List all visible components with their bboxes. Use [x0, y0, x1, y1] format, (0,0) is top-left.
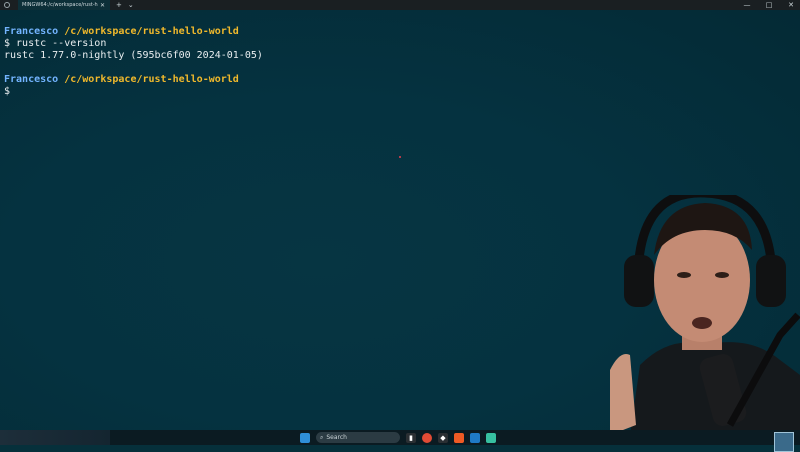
window-controls: — □ ✕	[742, 0, 796, 10]
windows-start-icon[interactable]	[300, 432, 310, 443]
app-icon[interactable]	[486, 432, 496, 443]
vscode-icon[interactable]	[470, 432, 480, 443]
prompt-line: Francesco /c/workspace/rust-hello-world	[4, 26, 800, 38]
title-bar: MINGW64:/c/workspace/rust-he ✕ + ⌄ — □ ✕	[0, 0, 800, 10]
terminal-tab[interactable]: MINGW64:/c/workspace/rust-he ✕	[18, 0, 110, 10]
terminal-icon[interactable]: ▮	[406, 432, 416, 443]
prompt-path: /c/workspace/rust-hello-world	[64, 74, 239, 85]
maximize-button[interactable]: □	[764, 0, 774, 10]
mouse-pointer-dot	[399, 156, 401, 158]
tab-close-icon[interactable]: ✕	[100, 2, 105, 9]
search-icon: ⌕	[320, 433, 324, 441]
prompt-user: Francesco	[4, 74, 59, 85]
app-logo-icon	[4, 2, 10, 8]
search-placeholder: Search	[326, 434, 347, 441]
new-tab-button[interactable]: +	[116, 0, 122, 10]
git-icon[interactable]: ◆	[438, 432, 448, 443]
cursor-line[interactable]: $	[4, 86, 800, 98]
brave-icon[interactable]	[454, 432, 464, 443]
taskbar-search[interactable]: ⌕ Search	[316, 432, 400, 443]
command-line: $ rustc --version	[4, 38, 107, 49]
taskbar-widgets[interactable]	[0, 430, 110, 445]
command-output: rustc 1.77.0-nightly (595bc6f00 2024-01-…	[4, 50, 263, 61]
close-button[interactable]: ✕	[786, 0, 796, 10]
prompt-user: Francesco	[4, 26, 59, 37]
taskbar-center: ⌕ Search ▮ ◆	[300, 432, 496, 443]
chrome-icon[interactable]	[422, 432, 432, 443]
avatar[interactable]	[774, 432, 794, 452]
prompt-path: /c/workspace/rust-hello-world	[64, 26, 239, 37]
tab-title: MINGW64:/c/workspace/rust-he	[22, 2, 98, 8]
terminal-pane[interactable]: Francesco /c/workspace/rust-hello-world …	[0, 10, 800, 430]
prompt-line: Francesco /c/workspace/rust-hello-world	[4, 74, 800, 86]
minimize-button[interactable]: —	[742, 0, 752, 10]
taskbar: ⌕ Search ▮ ◆	[0, 430, 800, 452]
tab-dropdown-icon[interactable]: ⌄	[128, 0, 134, 10]
